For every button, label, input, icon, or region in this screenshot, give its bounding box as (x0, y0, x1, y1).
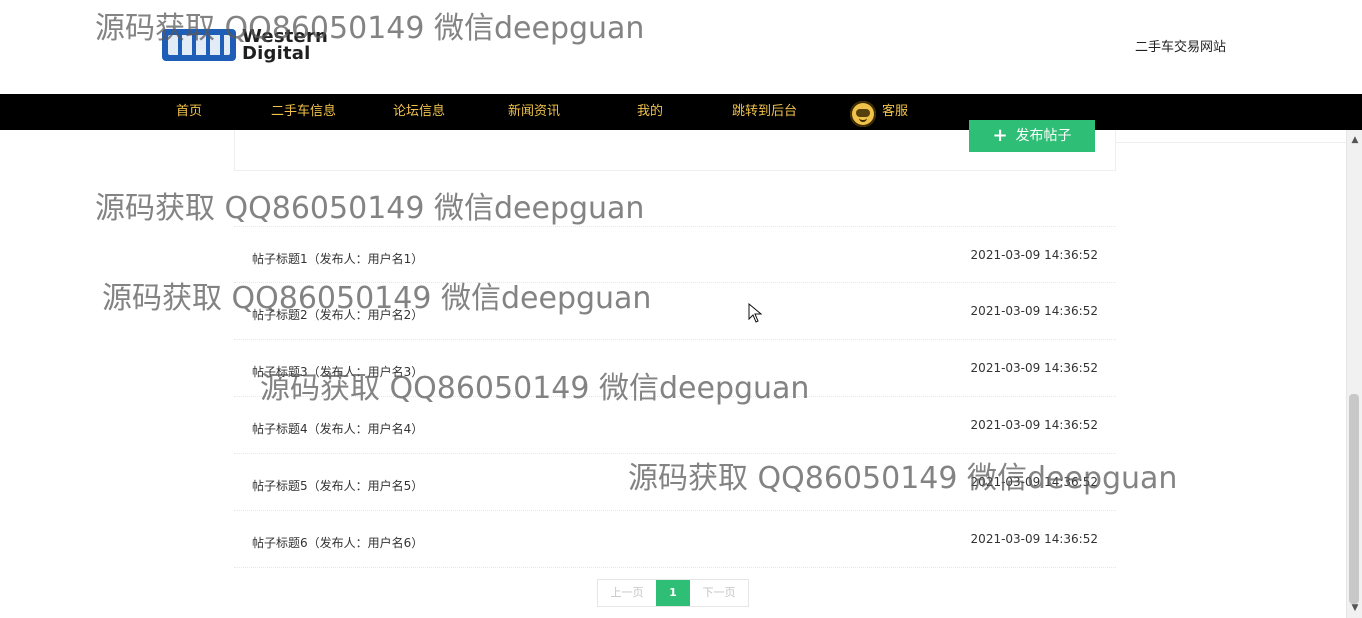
page-1-button[interactable]: 1 (656, 580, 690, 606)
publish-post-button[interactable]: + 发布帖子 (969, 120, 1095, 152)
main-nav: 首页 二手车信息 论坛信息 新闻资讯 我的 跳转到后台 客服 (0, 94, 1362, 130)
vertical-scrollbar[interactable]: ▲ ▼ (1346, 130, 1362, 618)
nav-item-used-cars[interactable]: 二手车信息 (271, 94, 336, 130)
post-title[interactable]: 帖子标题4（发布人：用户名4） (252, 420, 423, 437)
next-page-button[interactable]: 下一页 (690, 580, 748, 606)
nav-item-customer-service[interactable]: 客服 (850, 94, 908, 130)
nav-item-admin[interactable]: 跳转到后台 (732, 94, 797, 130)
plus-icon: + (992, 124, 1008, 146)
post-date: 2021-03-09 14:36:52 (970, 475, 1098, 489)
post-date: 2021-03-09 14:36:52 (970, 532, 1098, 546)
publish-post-label: 发布帖子 (1015, 128, 1072, 144)
pagination: 上一页 1 下一页 (597, 579, 749, 607)
nav-item-home[interactable]: 首页 (176, 94, 202, 130)
post-date: 2021-03-09 14:36:52 (970, 248, 1098, 262)
post-title[interactable]: 帖子标题2（发布人：用户名2） (252, 306, 423, 323)
customer-service-icon (850, 101, 876, 127)
wd-logo-badge (162, 29, 236, 62)
post-row[interactable]: 帖子标题4（发布人：用户名4） 2021-03-09 14:36:52 (234, 397, 1116, 454)
site-name: 二手车交易网站 (1134, 40, 1226, 55)
post-list: 帖子标题1（发布人：用户名1） 2021-03-09 14:36:52 帖子标题… (234, 226, 1116, 568)
logo-line-2: Digital (242, 43, 311, 65)
post-title[interactable]: 帖子标题1（发布人：用户名1） (252, 250, 423, 267)
nav-item-news[interactable]: 新闻资讯 (508, 94, 560, 130)
site-header: Western Digital 二手车交易网站 (0, 0, 1362, 94)
post-date: 2021-03-09 14:36:52 (970, 418, 1098, 432)
post-row[interactable]: 帖子标题2（发布人：用户名2） 2021-03-09 14:36:52 (234, 283, 1116, 340)
scroll-thumb[interactable] (1349, 394, 1359, 604)
post-date: 2021-03-09 14:36:52 (970, 361, 1098, 375)
scroll-up-arrow-icon[interactable]: ▲ (1347, 132, 1362, 148)
prev-page-button[interactable]: 上一页 (598, 580, 656, 606)
brand-logo[interactable]: Western Digital (162, 27, 328, 65)
forum-content: + 发布帖子 帖子标题1（发布人：用户名1） 2021-03-09 14:36:… (234, 120, 1116, 590)
post-row[interactable]: 帖子标题5（发布人：用户名5） 2021-03-09 14:36:52 (234, 454, 1116, 511)
post-row[interactable]: 帖子标题1（发布人：用户名1） 2021-03-09 14:36:52 (234, 226, 1116, 283)
post-date: 2021-03-09 14:36:52 (970, 304, 1098, 318)
post-row[interactable]: 帖子标题6（发布人：用户名6） 2021-03-09 14:36:52 (234, 511, 1116, 568)
right-divider (1116, 142, 1346, 143)
post-row[interactable]: 帖子标题3（发布人：用户名3） 2021-03-09 14:36:52 (234, 340, 1116, 397)
post-title[interactable]: 帖子标题5（发布人：用户名5） (252, 477, 423, 494)
nav-item-my[interactable]: 我的 (637, 94, 663, 130)
post-title[interactable]: 帖子标题6（发布人：用户名6） (252, 534, 423, 551)
customer-service-label: 客服 (882, 104, 909, 119)
post-title[interactable]: 帖子标题3（发布人：用户名3） (252, 363, 423, 380)
top-actions-panel: + 发布帖子 (234, 120, 1116, 171)
scroll-down-arrow-icon[interactable]: ▼ (1347, 600, 1362, 616)
nav-item-forum[interactable]: 论坛信息 (393, 94, 445, 130)
logo-text: Western Digital (242, 27, 328, 65)
